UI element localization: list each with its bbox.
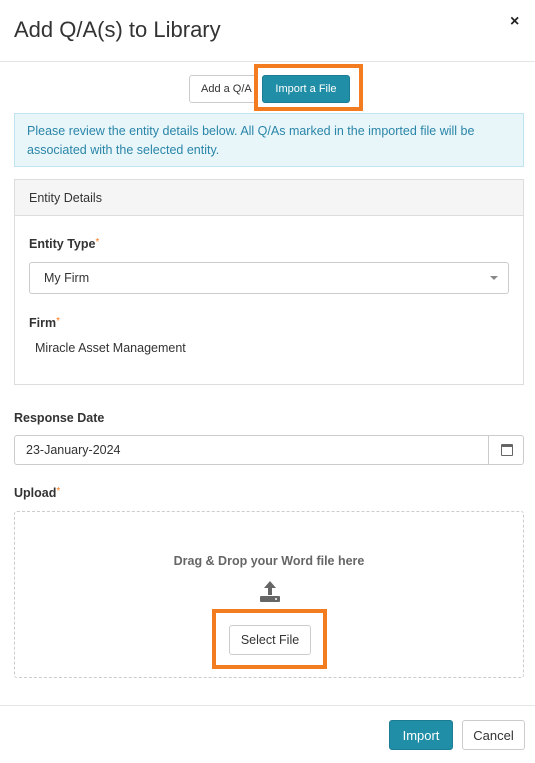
required-marker: * [95, 237, 100, 248]
select-file-button[interactable]: Select File [229, 625, 311, 655]
entity-details-panel: Entity Details Entity Type* My Firm Firm… [14, 179, 524, 385]
required-marker: * [56, 316, 60, 327]
file-dropzone[interactable]: Drag & Drop your Word file here Select F… [14, 511, 524, 678]
info-message: Please review the entity details below. … [14, 113, 524, 167]
footer-divider [0, 705, 535, 706]
tab-import-file[interactable]: Import a File [262, 75, 350, 103]
firm-label: Firm* [29, 316, 60, 330]
calendar-icon [501, 444, 513, 456]
tab-add-qa[interactable]: Add a Q/A [189, 75, 257, 103]
dialog-title: Add Q/A(s) to Library [14, 17, 221, 42]
firm-label-text: Firm [29, 316, 57, 330]
response-date-label: Response Date [14, 411, 105, 425]
entity-type-select[interactable]: My Firm [29, 262, 509, 294]
upload-label: Upload* [14, 486, 60, 500]
response-date-input[interactable]: 23-January-2024 [14, 435, 489, 465]
firm-value: Miracle Asset Management [35, 341, 186, 355]
add-qa-dialog: Add Q/A(s) to Library × Add a Q/A Import… [0, 0, 535, 763]
entity-type-label-text: Entity Type [29, 237, 96, 251]
panel-heading: Entity Details [15, 180, 523, 216]
required-marker: * [56, 486, 61, 497]
entity-type-value: My Firm [44, 271, 90, 285]
upload-label-text: Upload [14, 486, 57, 500]
drop-instructions: Drag & Drop your Word file here [173, 554, 365, 568]
close-icon[interactable]: × [510, 14, 519, 30]
cancel-button[interactable]: Cancel [462, 720, 525, 750]
entity-type-label: Entity Type* [29, 237, 99, 251]
dialog-header: Add Q/A(s) to Library × [0, 0, 535, 62]
import-button[interactable]: Import [389, 720, 453, 750]
date-picker-button[interactable] [488, 435, 524, 465]
upload-icon [260, 581, 280, 602]
chevron-down-icon [490, 276, 498, 280]
